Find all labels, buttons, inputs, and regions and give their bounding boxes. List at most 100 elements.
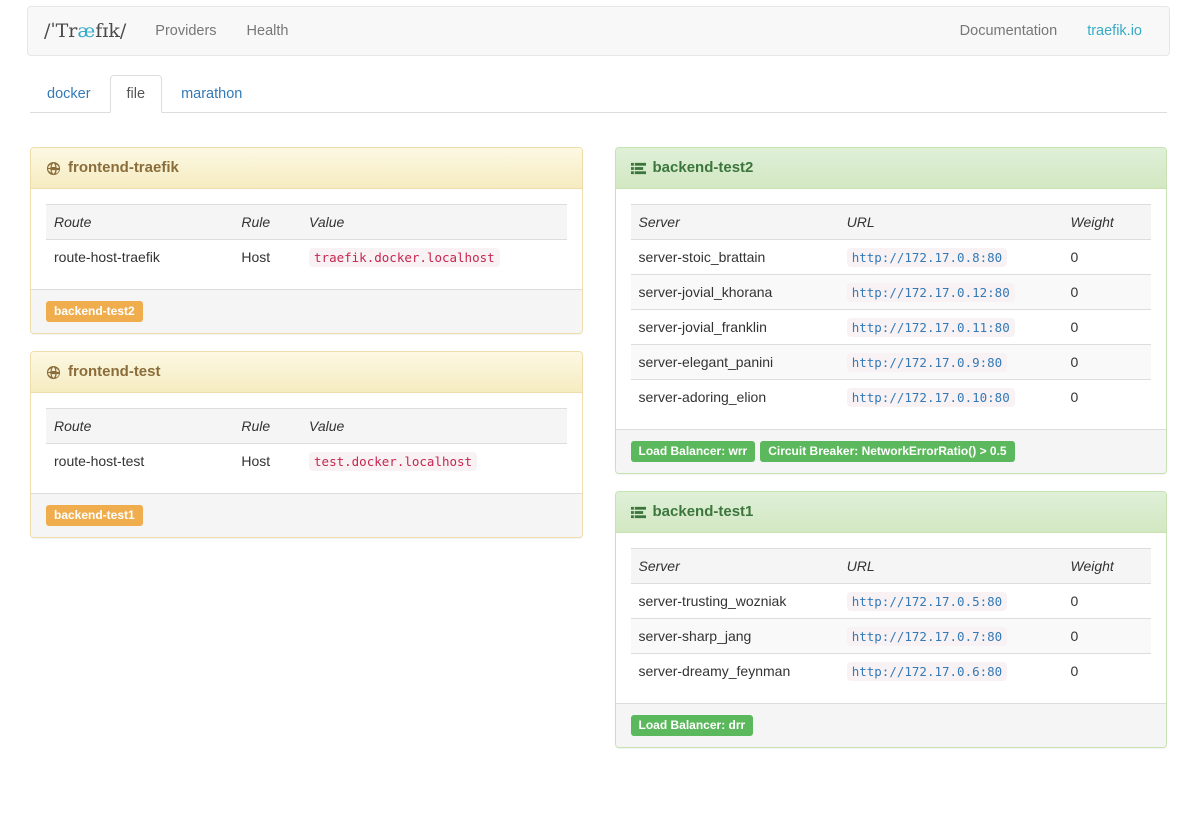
panel-table: RouteRuleValue route-host-traefikHosttra… — [46, 204, 567, 274]
tab-docker[interactable]: docker — [30, 75, 108, 113]
column-header: Server — [631, 549, 839, 584]
column-header: Route — [46, 409, 233, 444]
server-url-link-wrapper: http://172.17.0.7:80 — [839, 619, 1063, 654]
weight-cell: 0 — [1063, 240, 1152, 275]
backend-ref-badge: backend-test2 — [46, 301, 143, 322]
server-name-cell: server-trusting_wozniak — [631, 584, 839, 619]
nav-link-providers[interactable]: Providers — [140, 8, 231, 54]
server-url-link-wrapper: http://172.17.0.12:80 — [839, 275, 1063, 310]
panel-title: backend-test2 — [653, 159, 754, 177]
panel-body: RouteRuleValue route-host-traefikHosttra… — [31, 189, 582, 289]
frontend-panel: frontend-test RouteRuleValue route-host-… — [30, 351, 583, 538]
top-navbar: /ˈTræfɪk/ Providers Health Documentation… — [27, 6, 1170, 56]
rule-value-code-wrapper: test.docker.localhost — [301, 444, 566, 479]
panel-table: RouteRuleValue route-host-testHosttest.d… — [46, 408, 567, 478]
tab-marathon[interactable]: marathon — [164, 75, 259, 113]
column-header: Server — [631, 205, 839, 240]
server-url-link-wrapper: http://172.17.0.5:80 — [839, 584, 1063, 619]
table-row: server-trusting_wozniak http://172.17.0.5… — [631, 584, 1152, 619]
globe-icon — [46, 365, 61, 380]
rule-cell: Host — [233, 444, 301, 479]
column-header: Route — [46, 205, 233, 240]
server-url-link-wrapper: http://172.17.0.6:80 — [839, 654, 1063, 689]
panel-table: ServerURLWeight server-trusting_wozniakh… — [631, 548, 1152, 688]
traefik-brand-logo[interactable]: /ˈTræfɪk/ — [44, 20, 126, 42]
weight-cell: 0 — [1063, 654, 1152, 689]
weight-cell: 0 — [1063, 310, 1152, 345]
table-row: server-jovial_franklin http://172.17.0.11… — [631, 310, 1152, 345]
panel-footer: backend-test1 — [31, 493, 582, 537]
table-row: server-elegant_panini http://172.17.0.9:8… — [631, 345, 1152, 380]
panel-heading: backend-test2 — [616, 148, 1167, 189]
server-url-link[interactable]: http://172.17.0.7:80 — [847, 627, 1008, 646]
nav-link-health[interactable]: Health — [232, 8, 304, 54]
server-name-cell: server-sharp_jang — [631, 619, 839, 654]
tab-file[interactable]: file — [110, 75, 163, 113]
table-header-row: ServerURLWeight — [631, 549, 1152, 584]
backend-ref-badge: backend-test1 — [46, 505, 143, 526]
tasks-icon — [631, 505, 646, 520]
backend-config-badge: Circuit Breaker: NetworkErrorRatio() > 0… — [760, 441, 1014, 462]
server-url-link[interactable]: http://172.17.0.10:80 — [847, 388, 1015, 407]
panel-table: ServerURLWeight server-stoic_brattainhtt… — [631, 204, 1152, 414]
column-header: Weight — [1063, 205, 1152, 240]
column-header: Weight — [1063, 549, 1152, 584]
panel-heading: frontend-traefik — [31, 148, 582, 189]
server-name-cell: server-elegant_panini — [631, 345, 839, 380]
server-name-cell: server-jovial_franklin — [631, 310, 839, 345]
backend-panel: backend-test1 ServerURLWeight server-tru… — [615, 491, 1168, 748]
nav-link-traefik-io[interactable]: traefik.io — [1072, 8, 1157, 54]
server-url-link-wrapper: http://172.17.0.8:80 — [839, 240, 1063, 275]
column-header: URL — [839, 549, 1063, 584]
route-name-cell: route-host-traefik — [46, 240, 233, 275]
table-header-row: RouteRuleValue — [46, 205, 567, 240]
table-row: route-host-testHosttest.docker.localhost — [46, 444, 567, 479]
navbar-right-links: Documentation traefik.io — [945, 8, 1157, 54]
table-row: server-stoic_brattain http://172.17.0.8:8… — [631, 240, 1152, 275]
table-row: server-jovial_khorana http://172.17.0.12:… — [631, 275, 1152, 310]
table-row: route-host-traefikHost traefik.docker.loc… — [46, 240, 567, 275]
weight-cell: 0 — [1063, 345, 1152, 380]
server-name-cell: server-jovial_khorana — [631, 275, 839, 310]
server-url-link[interactable]: http://172.17.0.6:80 — [847, 662, 1008, 681]
panel-heading: frontend-test — [31, 352, 582, 393]
main-content: frontend-traefik RouteRuleValue route-ho… — [30, 147, 1167, 748]
globe-icon — [46, 161, 61, 176]
server-name-cell: server-adoring_elion — [631, 380, 839, 415]
column-header: URL — [839, 205, 1063, 240]
weight-cell: 0 — [1063, 380, 1152, 415]
server-url-link-wrapper: http://172.17.0.10:80 — [839, 380, 1063, 415]
table-header-row: RouteRuleValue — [46, 409, 567, 444]
table-row: server-sharp_jang http://172.17.0.7:80 0 — [631, 619, 1152, 654]
server-url-link[interactable]: http://172.17.0.12:80 — [847, 283, 1015, 302]
rule-value-code: traefik.docker.localhost — [309, 248, 500, 267]
provider-tabs: docker file marathon — [30, 75, 1167, 113]
panel-body: ServerURLWeight server-stoic_brattainhtt… — [616, 189, 1167, 429]
server-url-link[interactable]: http://172.17.0.8:80 — [847, 248, 1008, 267]
panel-body: RouteRuleValue route-host-testHosttest.d… — [31, 393, 582, 493]
nav-link-documentation[interactable]: Documentation — [945, 8, 1073, 54]
route-name-cell: route-host-test — [46, 444, 233, 479]
brand-text-post: fɪk/ — [95, 20, 126, 42]
server-name-cell: server-stoic_brattain — [631, 240, 839, 275]
column-header: Rule — [233, 409, 301, 444]
panel-body: ServerURLWeight server-trusting_wozniakh… — [616, 533, 1167, 703]
server-url-link[interactable]: http://172.17.0.5:80 — [847, 592, 1008, 611]
weight-cell: 0 — [1063, 584, 1152, 619]
server-name-cell: server-dreamy_feynman — [631, 654, 839, 689]
panel-title: frontend-traefik — [68, 159, 179, 177]
backends-column: backend-test2 ServerURLWeight server-sto… — [615, 147, 1168, 748]
tasks-icon — [631, 161, 646, 176]
brand-text-pre: /ˈTr — [44, 20, 77, 42]
backend-config-badge: Load Balancer: drr — [631, 715, 754, 736]
rule-cell: Host — [233, 240, 301, 275]
weight-cell: 0 — [1063, 619, 1152, 654]
server-url-link-wrapper: http://172.17.0.9:80 — [839, 345, 1063, 380]
rule-value-code-wrapper: traefik.docker.localhost — [301, 240, 566, 275]
column-header: Rule — [233, 205, 301, 240]
weight-cell: 0 — [1063, 275, 1152, 310]
panel-footer: Load Balancer: drr — [616, 703, 1167, 747]
server-url-link[interactable]: http://172.17.0.11:80 — [847, 318, 1015, 337]
server-url-link[interactable]: http://172.17.0.9:80 — [847, 353, 1008, 372]
panel-title: frontend-test — [68, 363, 161, 381]
